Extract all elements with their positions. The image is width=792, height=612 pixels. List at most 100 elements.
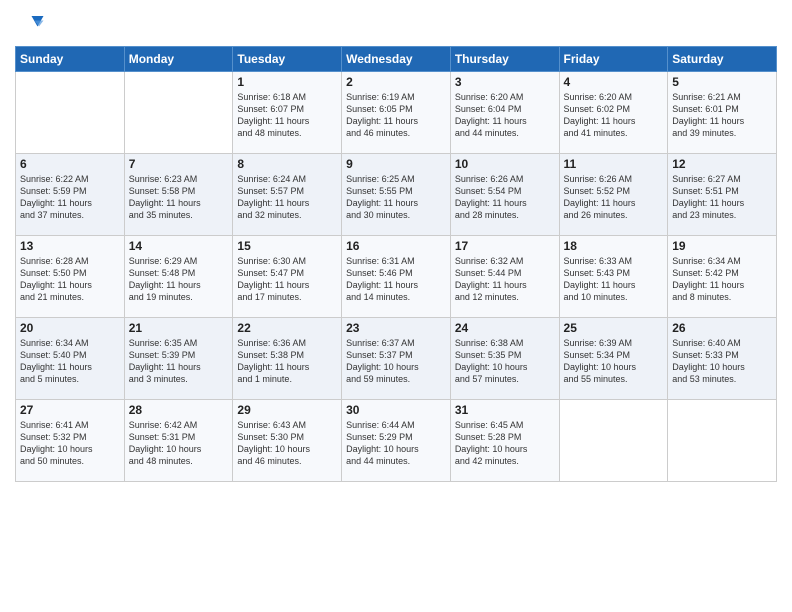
calendar-cell: 11 Sunrise: 6:26 AM Sunset: 5:52 PM Dayli… bbox=[559, 154, 668, 236]
day-info: Sunrise: 6:20 AM Sunset: 6:02 PM Dayligh… bbox=[564, 91, 664, 140]
day-number: 28 bbox=[129, 403, 229, 417]
calendar-cell: 30 Sunrise: 6:44 AM Sunset: 5:29 PM Dayli… bbox=[342, 400, 451, 482]
day-info: Sunrise: 6:36 AM Sunset: 5:38 PM Dayligh… bbox=[237, 337, 337, 386]
week-row-4: 20 Sunrise: 6:34 AM Sunset: 5:40 PM Dayli… bbox=[16, 318, 777, 400]
week-row-2: 6 Sunrise: 6:22 AM Sunset: 5:59 PM Daylig… bbox=[16, 154, 777, 236]
calendar-cell: 17Sunrise: 6:32 AM Sunset: 5:44 PM Dayli… bbox=[450, 236, 559, 318]
calendar-cell: 7 Sunrise: 6:23 AM Sunset: 5:58 PM Daylig… bbox=[124, 154, 233, 236]
day-number: 31 bbox=[455, 403, 555, 417]
calendar-cell: 23Sunrise: 6:37 AM Sunset: 5:37 PM Dayli… bbox=[342, 318, 451, 400]
day-number: 23 bbox=[346, 321, 446, 335]
day-info: Sunrise: 6:45 AM Sunset: 5:28 PM Dayligh… bbox=[455, 419, 555, 468]
weekday-header-friday: Friday bbox=[559, 47, 668, 72]
day-info: Sunrise: 6:41 AM Sunset: 5:32 PM Dayligh… bbox=[20, 419, 120, 468]
day-info: Sunrise: 6:29 AM Sunset: 5:48 PM Dayligh… bbox=[129, 255, 229, 304]
calendar-cell bbox=[559, 400, 668, 482]
day-info: Sunrise: 6:18 AM Sunset: 6:07 PM Dayligh… bbox=[237, 91, 337, 140]
day-number: 25 bbox=[564, 321, 664, 335]
calendar-cell: 22 Sunrise: 6:36 AM Sunset: 5:38 PM Dayli… bbox=[233, 318, 342, 400]
calendar-cell: 14 Sunrise: 6:29 AM Sunset: 5:48 PM Dayli… bbox=[124, 236, 233, 318]
calendar-cell: 9 Sunrise: 6:25 AM Sunset: 5:55 PM Daylig… bbox=[342, 154, 451, 236]
day-info: Sunrise: 6:23 AM Sunset: 5:58 PM Dayligh… bbox=[129, 173, 229, 222]
day-info: Sunrise: 6:44 AM Sunset: 5:29 PM Dayligh… bbox=[346, 419, 446, 468]
day-info: Sunrise: 6:34 AM Sunset: 5:42 PM Dayligh… bbox=[672, 255, 772, 304]
day-info: Sunrise: 6:34 AM Sunset: 5:40 PM Dayligh… bbox=[20, 337, 120, 386]
day-info: Sunrise: 6:26 AM Sunset: 5:52 PM Dayligh… bbox=[564, 173, 664, 222]
day-info: Sunrise: 6:32 AM Sunset: 5:44 PM Dayligh… bbox=[455, 255, 555, 304]
calendar-cell: 12Sunrise: 6:27 AM Sunset: 5:51 PM Dayli… bbox=[668, 154, 777, 236]
calendar-cell: 15Sunrise: 6:30 AM Sunset: 5:47 PM Dayli… bbox=[233, 236, 342, 318]
weekday-header-thursday: Thursday bbox=[450, 47, 559, 72]
calendar-cell bbox=[668, 400, 777, 482]
day-number: 8 bbox=[237, 157, 337, 171]
day-number: 3 bbox=[455, 75, 555, 89]
calendar-cell: 20 Sunrise: 6:34 AM Sunset: 5:40 PM Dayli… bbox=[16, 318, 125, 400]
weekday-header-monday: Monday bbox=[124, 47, 233, 72]
calendar-cell: 19 Sunrise: 6:34 AM Sunset: 5:42 PM Dayli… bbox=[668, 236, 777, 318]
day-number: 29 bbox=[237, 403, 337, 417]
week-row-5: 27 Sunrise: 6:41 AM Sunset: 5:32 PM Dayli… bbox=[16, 400, 777, 482]
day-number: 14 bbox=[129, 239, 229, 253]
weekday-header-sunday: Sunday bbox=[16, 47, 125, 72]
logo bbox=[15, 10, 49, 40]
calendar-cell: 29 Sunrise: 6:43 AM Sunset: 5:30 PM Dayli… bbox=[233, 400, 342, 482]
day-number: 5 bbox=[672, 75, 772, 89]
week-row-3: 13 Sunrise: 6:28 AM Sunset: 5:50 PM Dayli… bbox=[16, 236, 777, 318]
day-info: Sunrise: 6:39 AM Sunset: 5:34 PM Dayligh… bbox=[564, 337, 664, 386]
calendar-cell bbox=[16, 72, 125, 154]
calendar-cell: 10 Sunrise: 6:26 AM Sunset: 5:54 PM Dayli… bbox=[450, 154, 559, 236]
day-info: Sunrise: 6:31 AM Sunset: 5:46 PM Dayligh… bbox=[346, 255, 446, 304]
calendar-cell: 6 Sunrise: 6:22 AM Sunset: 5:59 PM Daylig… bbox=[16, 154, 125, 236]
calendar-container: SundayMondayTuesdayWednesdayThursdayFrid… bbox=[0, 0, 792, 487]
day-info: Sunrise: 6:28 AM Sunset: 5:50 PM Dayligh… bbox=[20, 255, 120, 304]
day-number: 15 bbox=[237, 239, 337, 253]
day-number: 9 bbox=[346, 157, 446, 171]
day-info: Sunrise: 6:20 AM Sunset: 6:04 PM Dayligh… bbox=[455, 91, 555, 140]
calendar-cell bbox=[124, 72, 233, 154]
day-number: 19 bbox=[672, 239, 772, 253]
calendar-cell: 28Sunrise: 6:42 AM Sunset: 5:31 PM Dayli… bbox=[124, 400, 233, 482]
day-number: 4 bbox=[564, 75, 664, 89]
calendar-cell: 26 Sunrise: 6:40 AM Sunset: 5:33 PM Dayli… bbox=[668, 318, 777, 400]
day-info: Sunrise: 6:21 AM Sunset: 6:01 PM Dayligh… bbox=[672, 91, 772, 140]
day-number: 13 bbox=[20, 239, 120, 253]
day-info: Sunrise: 6:35 AM Sunset: 5:39 PM Dayligh… bbox=[129, 337, 229, 386]
calendar-cell: 8Sunrise: 6:24 AM Sunset: 5:57 PM Daylig… bbox=[233, 154, 342, 236]
day-info: Sunrise: 6:22 AM Sunset: 5:59 PM Dayligh… bbox=[20, 173, 120, 222]
day-number: 21 bbox=[129, 321, 229, 335]
calendar-cell: 21 Sunrise: 6:35 AM Sunset: 5:39 PM Dayli… bbox=[124, 318, 233, 400]
day-info: Sunrise: 6:26 AM Sunset: 5:54 PM Dayligh… bbox=[455, 173, 555, 222]
week-row-1: 1 Sunrise: 6:18 AM Sunset: 6:07 PM Daylig… bbox=[16, 72, 777, 154]
day-number: 1 bbox=[237, 75, 337, 89]
day-number: 10 bbox=[455, 157, 555, 171]
day-number: 27 bbox=[20, 403, 120, 417]
day-number: 7 bbox=[129, 157, 229, 171]
day-info: Sunrise: 6:40 AM Sunset: 5:33 PM Dayligh… bbox=[672, 337, 772, 386]
calendar-cell: 25 Sunrise: 6:39 AM Sunset: 5:34 PM Dayli… bbox=[559, 318, 668, 400]
day-number: 6 bbox=[20, 157, 120, 171]
calendar-cell: 31 Sunrise: 6:45 AM Sunset: 5:28 PM Dayli… bbox=[450, 400, 559, 482]
day-number: 16 bbox=[346, 239, 446, 253]
logo-icon bbox=[15, 10, 45, 40]
calendar-cell: 27 Sunrise: 6:41 AM Sunset: 5:32 PM Dayli… bbox=[16, 400, 125, 482]
calendar-cell: 18Sunrise: 6:33 AM Sunset: 5:43 PM Dayli… bbox=[559, 236, 668, 318]
calendar-cell: 13 Sunrise: 6:28 AM Sunset: 5:50 PM Dayli… bbox=[16, 236, 125, 318]
day-number: 12 bbox=[672, 157, 772, 171]
day-info: Sunrise: 6:33 AM Sunset: 5:43 PM Dayligh… bbox=[564, 255, 664, 304]
day-number: 26 bbox=[672, 321, 772, 335]
day-number: 24 bbox=[455, 321, 555, 335]
calendar-cell: 16 Sunrise: 6:31 AM Sunset: 5:46 PM Dayli… bbox=[342, 236, 451, 318]
day-info: Sunrise: 6:25 AM Sunset: 5:55 PM Dayligh… bbox=[346, 173, 446, 222]
day-number: 11 bbox=[564, 157, 664, 171]
day-number: 20 bbox=[20, 321, 120, 335]
weekday-header-tuesday: Tuesday bbox=[233, 47, 342, 72]
day-number: 22 bbox=[237, 321, 337, 335]
calendar-cell: 3 Sunrise: 6:20 AM Sunset: 6:04 PM Daylig… bbox=[450, 72, 559, 154]
weekday-header-row: SundayMondayTuesdayWednesdayThursdayFrid… bbox=[16, 47, 777, 72]
calendar-table: SundayMondayTuesdayWednesdayThursdayFrid… bbox=[15, 46, 777, 482]
day-number: 30 bbox=[346, 403, 446, 417]
calendar-cell: 24Sunrise: 6:38 AM Sunset: 5:35 PM Dayli… bbox=[450, 318, 559, 400]
calendar-cell: 5 Sunrise: 6:21 AM Sunset: 6:01 PM Daylig… bbox=[668, 72, 777, 154]
day-info: Sunrise: 6:43 AM Sunset: 5:30 PM Dayligh… bbox=[237, 419, 337, 468]
header bbox=[15, 10, 777, 40]
